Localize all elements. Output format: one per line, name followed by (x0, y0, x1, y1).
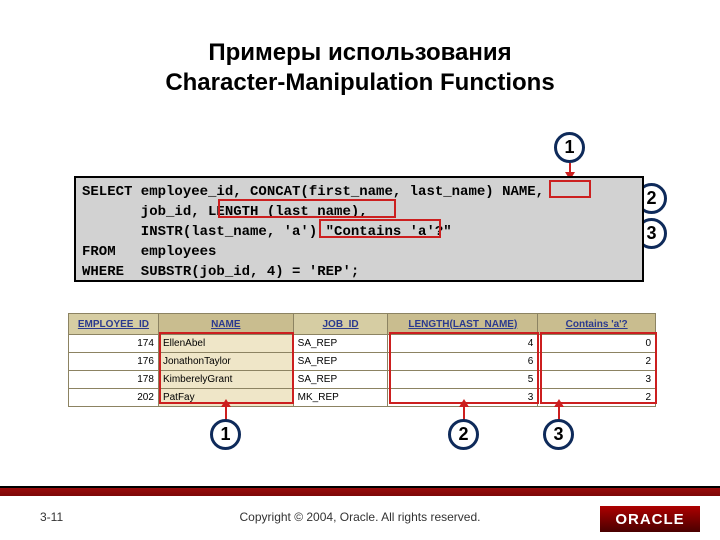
th-job-id: JOB_ID (293, 314, 388, 335)
slide-title: Примеры использования Character-Manipula… (0, 38, 720, 98)
col-hl-name (159, 332, 294, 404)
badge-1-bottom: 1 (210, 419, 241, 450)
hl-length (218, 199, 396, 218)
badge-2-bottom: 2 (448, 419, 479, 450)
hl-contains (319, 219, 441, 238)
arrow-b3-head (554, 399, 564, 407)
oracle-logo: ORACLE (600, 506, 700, 532)
col-hl-length (389, 332, 539, 404)
col-hl-contains (540, 332, 657, 404)
arrow-b1-head (221, 399, 231, 407)
arrow-b2-line (463, 406, 465, 420)
badge-3-bottom: 3 (543, 419, 574, 450)
badge-1-top: 1 (554, 132, 585, 163)
hl-name (549, 180, 591, 198)
slide: Примеры использования Character-Manipula… (0, 0, 720, 540)
title-line-2: Character-Manipulation Functions (165, 69, 554, 96)
arrow-b2-head (459, 399, 469, 407)
th-employee-id: EMPLOYEE_ID (69, 314, 159, 335)
title-line-1: Примеры использования (208, 39, 511, 66)
arrow-b1-line (225, 406, 227, 420)
arrow-b3-line (558, 406, 560, 420)
